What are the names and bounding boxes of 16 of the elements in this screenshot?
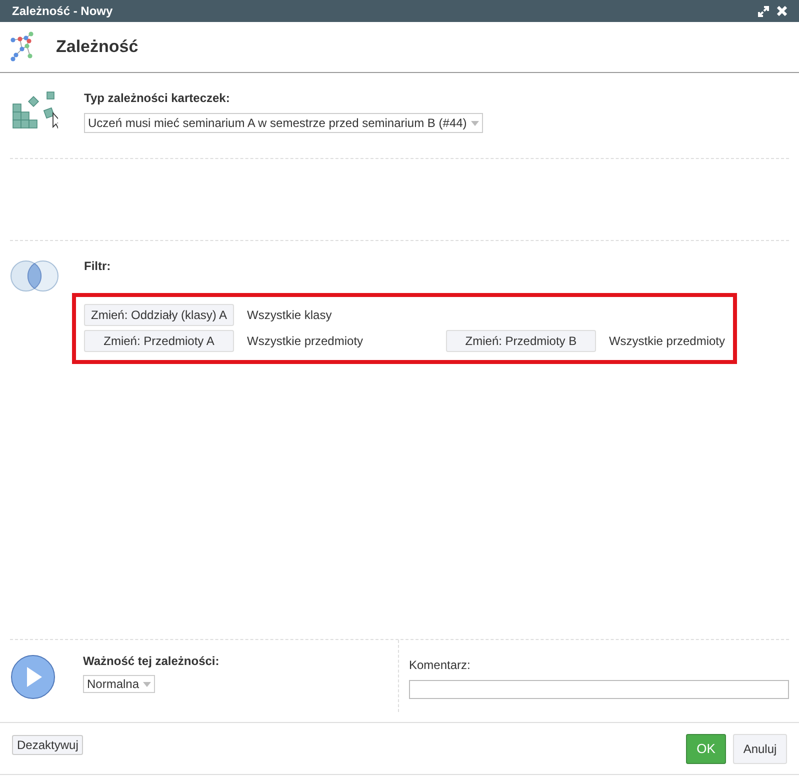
page-title: Zależność bbox=[56, 36, 138, 58]
field-label: Typ zależności karteczek: bbox=[84, 90, 231, 107]
importance-dropdown[interactable]: Normalna bbox=[83, 675, 155, 693]
window-title: Zależność - Nowy bbox=[12, 3, 114, 20]
change-button[interactable]: Zmień: Przedmioty A bbox=[84, 330, 234, 352]
filter-value: Wszystkie przedmioty bbox=[608, 333, 725, 350]
type-dropdown[interactable]: Uczeń musi mieć seminarium A w semestrze przed seminarium B (#44) bbox=[84, 113, 483, 133]
change-button[interactable]: Zmień: Przedmioty B bbox=[446, 330, 596, 352]
field-label: Komentarz: bbox=[409, 657, 472, 674]
filter-value: Wszystkie przedmioty bbox=[247, 333, 364, 350]
field-label: Ważność tej zależności: bbox=[83, 653, 220, 670]
deactivate-button[interactable]: Dezaktywuj bbox=[12, 734, 84, 754]
cancel-button[interactable]: Anuluj bbox=[733, 734, 787, 764]
change-button[interactable]: Zmień: Oddziały (klasy) A bbox=[84, 304, 234, 326]
filter-label: Filtr: bbox=[84, 258, 112, 275]
filter-value: Wszystkie klasy bbox=[247, 307, 332, 324]
